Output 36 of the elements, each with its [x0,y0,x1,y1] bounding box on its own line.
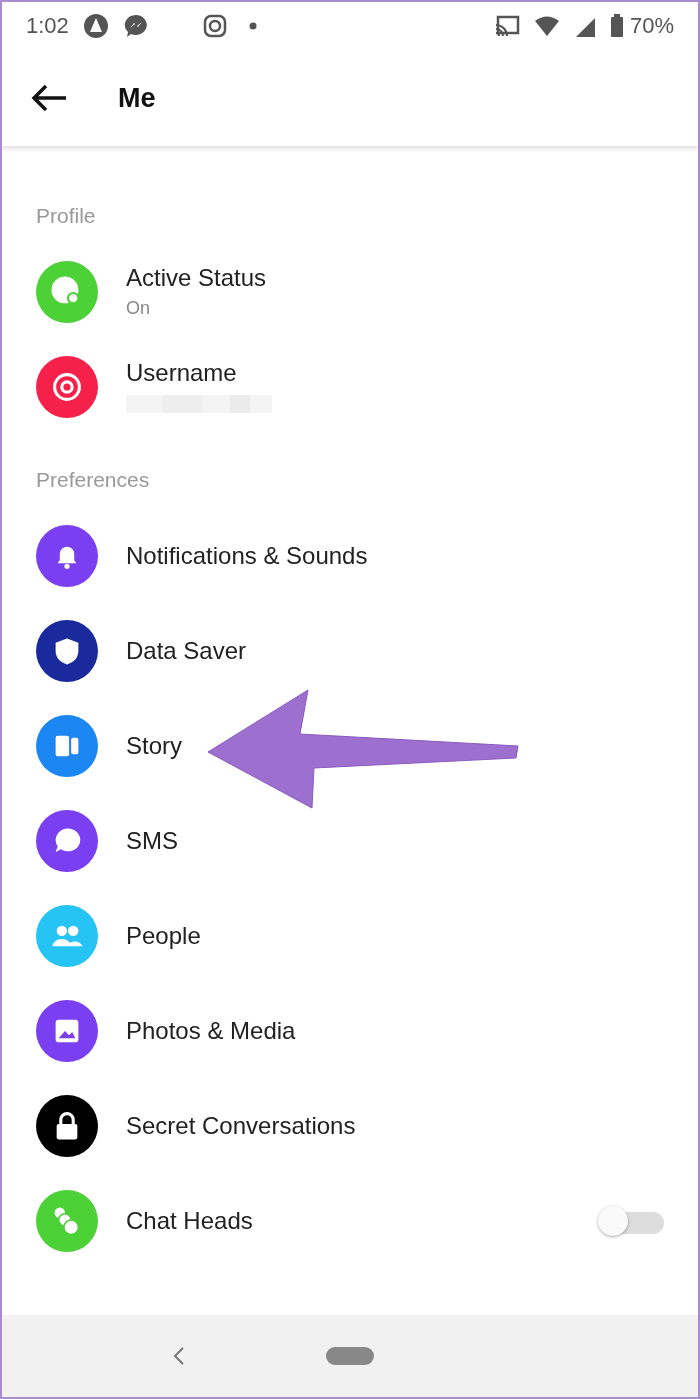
setting-label: People [126,921,202,950]
back-icon[interactable] [172,1345,186,1367]
settings-item[interactable]: Username [2,339,698,434]
setting-label: Active Status [126,264,268,292]
settings-item[interactable]: Photos & Media [2,983,698,1078]
wifi-icon [533,15,560,37]
setting-label: Chat Heads [126,1206,254,1235]
battery-icon [609,14,624,38]
settings-item[interactable]: Data Saver [2,603,698,698]
setting-subtitle: On [126,298,151,319]
setting-label: Data Saver [126,636,248,665]
app-notification-icon [82,13,109,39]
settings-item[interactable]: Notifications & Sounds [2,508,698,603]
setting-label: Notifications & Sounds [126,541,369,570]
settings-item[interactable]: Chat Heads [2,1173,698,1268]
setting-label: Story [126,731,183,760]
screen-title: Me [118,82,156,114]
home-pill-icon[interactable] [326,1347,374,1365]
setting-label: SMS [126,826,179,855]
cast-icon [493,15,520,37]
settings-item[interactable]: Secret Conversations [2,1078,698,1173]
battery-percentage: 70% [629,13,674,39]
setting-label: Username [126,358,238,387]
status-time: 1:02 [26,13,69,39]
section-header: Preferences [35,467,151,493]
dot-icon [248,22,257,30]
back-arrow-icon[interactable] [30,83,68,113]
instagram-icon [202,14,227,38]
settings-item[interactable]: SMS [2,793,698,888]
settings-item[interactable]: Story [2,698,698,793]
setting-label: Photos & Media [126,1016,297,1045]
settings-item[interactable]: People [2,888,698,983]
section-header: Profile [35,203,97,229]
messenger-icon [122,13,149,39]
settings-item[interactable]: Active Status On [2,244,698,339]
setting-label: Secret Conversations [126,1111,357,1140]
